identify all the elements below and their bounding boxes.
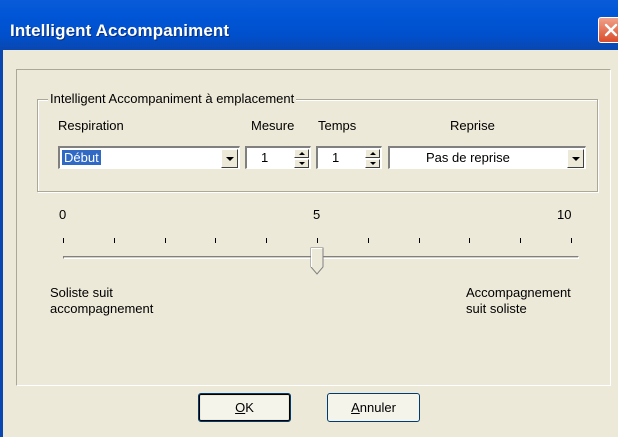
arrow-up-icon: [370, 152, 376, 155]
slider-tick: [165, 238, 166, 243]
reprise-dropdown-button[interactable]: [567, 149, 584, 168]
ok-label-rest: K: [245, 400, 254, 415]
arrow-down-icon: [370, 162, 376, 165]
slider-min-label: 0: [59, 207, 67, 222]
respiration-dropdown-button[interactable]: [221, 149, 238, 168]
slider-tick: [469, 238, 470, 243]
reprise-dropdown[interactable]: Pas de reprise: [388, 146, 586, 169]
slider-right-caption-line2: suit soliste: [466, 301, 527, 316]
close-button[interactable]: [598, 17, 618, 43]
temps-label: Temps: [318, 118, 357, 133]
ok-mnemonic: O: [235, 400, 246, 415]
slider-thumb[interactable]: [310, 247, 324, 275]
mesure-decrement-button[interactable]: [294, 159, 309, 168]
chevron-down-icon: [226, 157, 234, 161]
slider-tick: [63, 238, 64, 243]
respiration-dropdown[interactable]: Début: [58, 146, 240, 169]
mesure-increment-button[interactable]: [294, 149, 309, 158]
slider-tick: [520, 238, 521, 243]
slider-max-label: 10: [557, 207, 572, 222]
slider-tick: [571, 238, 572, 243]
window-title: Intelligent Accompaniment: [10, 21, 230, 40]
temps-spin-buttons[interactable]: [365, 149, 380, 168]
slider-right-caption-line1: Accompagnement: [466, 285, 571, 300]
temps-decrement-button[interactable]: [365, 159, 380, 168]
temps-increment-button[interactable]: [365, 149, 380, 158]
slider-tick: [419, 238, 420, 243]
cancel-mnemonic: A: [351, 400, 360, 415]
slider-tick: [215, 238, 216, 243]
respiration-label: Respiration: [58, 118, 124, 133]
mesure-value: 1: [261, 150, 269, 165]
slider-tick: [114, 238, 115, 243]
title-bar[interactable]: Intelligent Accompaniment: [0, 0, 618, 50]
temps-value: 1: [332, 150, 340, 165]
groupbox-legend: Intelligent Accompaniment à emplacement: [48, 91, 297, 106]
slider-left-caption-line2: accompagnement: [50, 301, 154, 316]
arrow-up-icon: [299, 152, 305, 155]
slider-tick: [317, 238, 318, 243]
slider-mid-label: 5: [313, 207, 321, 222]
temps-spinner[interactable]: 1: [316, 146, 382, 169]
slider-tick: [368, 238, 369, 243]
mesure-spin-buttons[interactable]: [294, 149, 309, 168]
arrow-down-icon: [299, 162, 305, 165]
slider-left-caption-line1: Soliste suit: [50, 285, 113, 300]
cancel-button[interactable]: Annuler: [327, 393, 420, 422]
chevron-down-icon: [572, 157, 580, 161]
reprise-selected-value: Pas de reprise: [426, 150, 510, 165]
ok-button[interactable]: OK: [198, 393, 291, 422]
slider-tick: [266, 238, 267, 243]
mesure-spinner[interactable]: 1: [245, 146, 311, 169]
respiration-selected-value: Début: [61, 149, 102, 166]
cancel-label-rest: nnuler: [359, 400, 396, 415]
close-icon: [604, 23, 618, 37]
mesure-label: Mesure: [251, 118, 295, 133]
reprise-label: Reprise: [450, 118, 495, 133]
